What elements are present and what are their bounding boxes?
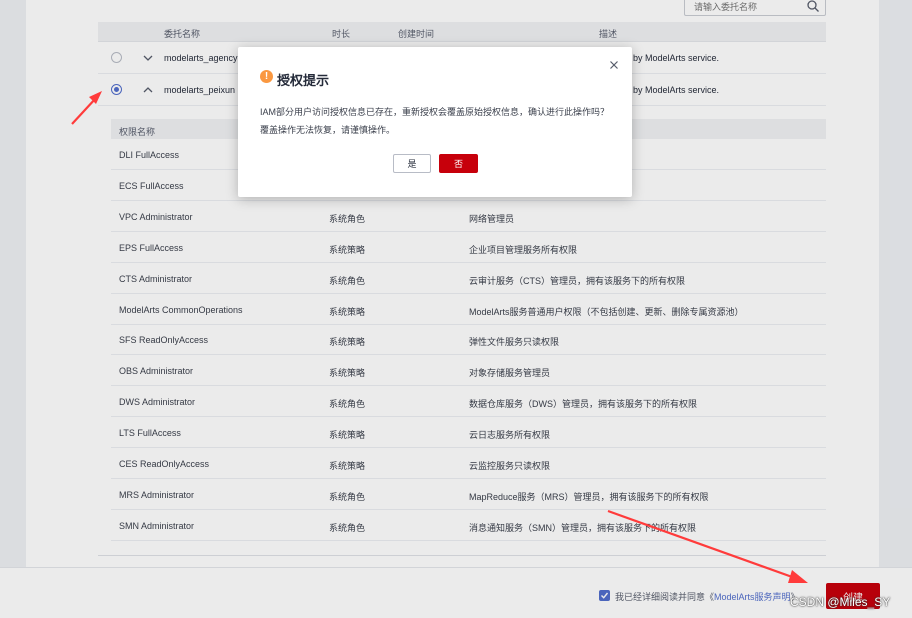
watermark: CSDN @Miles_SY (790, 595, 891, 609)
annotation-arrow-right (607, 509, 808, 583)
annotation-arrows (71, 91, 808, 583)
annotation-arrow-left (71, 91, 102, 125)
